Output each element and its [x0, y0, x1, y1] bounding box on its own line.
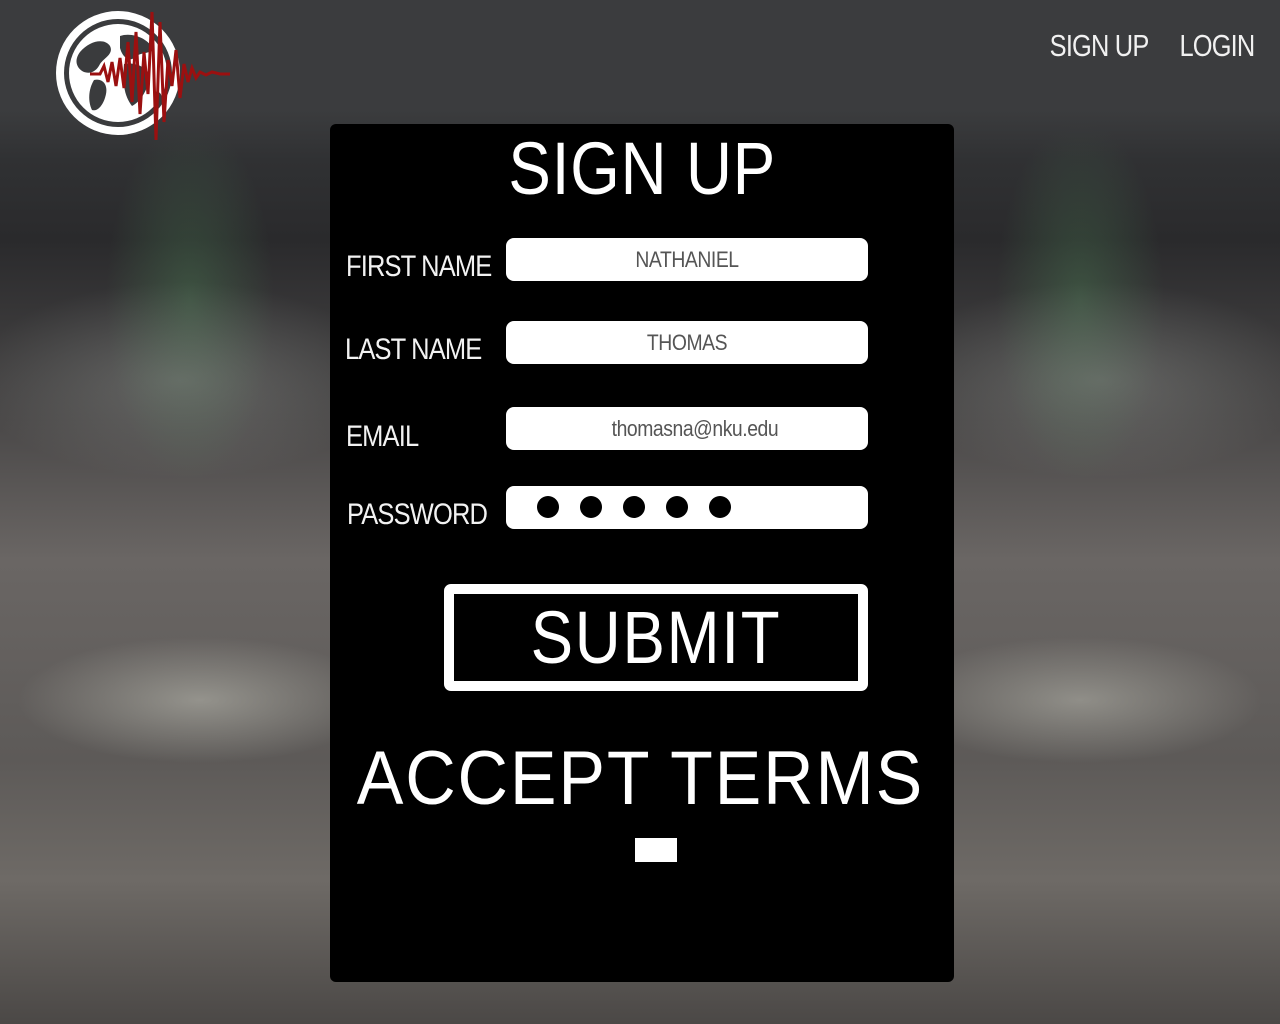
- submit-label: SUBMIT: [530, 595, 782, 679]
- password-dot: [537, 496, 559, 518]
- password-dot: [666, 496, 688, 518]
- first-name-value: NATHANIEL: [635, 247, 739, 272]
- nav-login-link[interactable]: LOGIN: [1179, 28, 1255, 64]
- accept-terms-label: ACCEPT TERMS: [356, 736, 925, 821]
- password-dot: [580, 496, 602, 518]
- top-nav: SIGN UP LOGIN: [1028, 28, 1255, 64]
- email-label: EMAIL: [346, 420, 419, 453]
- nav-signup-link[interactable]: SIGN UP: [1050, 28, 1150, 64]
- accept-terms-checkbox[interactable]: [635, 838, 677, 862]
- password-mask: [537, 496, 731, 518]
- password-label: PASSWORD: [347, 498, 488, 531]
- last-name-label: LAST NAME: [345, 333, 482, 366]
- form-title: SIGN UP: [508, 127, 777, 210]
- password-dot: [709, 496, 731, 518]
- first-name-label: FIRST NAME: [346, 250, 492, 283]
- last-name-value: THOMAS: [646, 330, 728, 355]
- password-dot: [623, 496, 645, 518]
- email-value: thomasna@nku.edu: [611, 416, 779, 441]
- last-name-field[interactable]: THOMAS: [506, 321, 868, 364]
- email-field[interactable]: thomasna@nku.edu: [506, 407, 868, 450]
- first-name-field[interactable]: NATHANIEL: [506, 238, 868, 281]
- submit-button[interactable]: SUBMIT: [444, 584, 868, 691]
